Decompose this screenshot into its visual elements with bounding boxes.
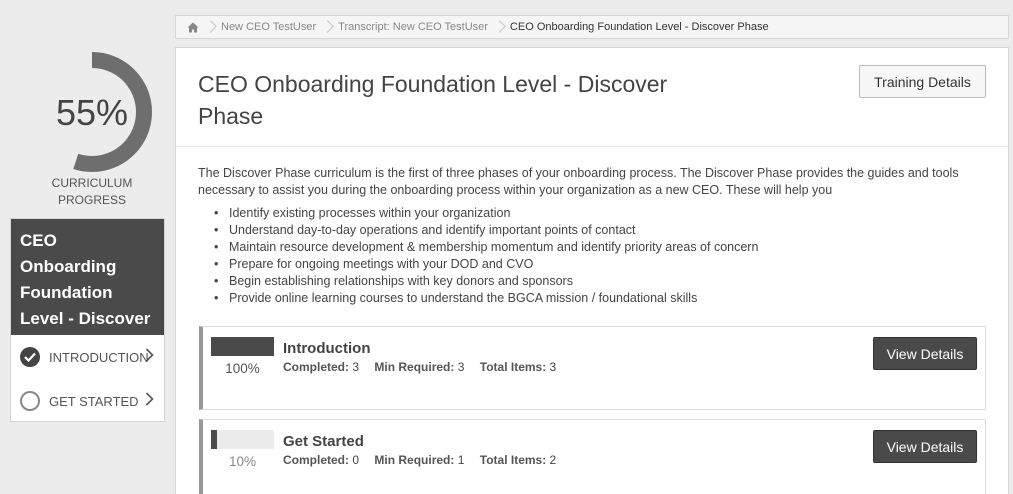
total-items-value: 2 bbox=[549, 453, 557, 467]
view-details-button[interactable]: View Details bbox=[873, 337, 977, 370]
caption-line-1: CURRICULUM bbox=[51, 176, 133, 190]
total-items-label: Total Items: bbox=[479, 453, 547, 467]
empty-circle-icon bbox=[20, 391, 40, 411]
goal-item: Begin establishing relationships with ke… bbox=[214, 273, 974, 290]
goal-item: Understand day-to-day operations and ide… bbox=[214, 222, 974, 239]
caption-line-2: PROGRESS bbox=[57, 193, 126, 207]
main-panel: CEO Onboarding Foundation Level - Discov… bbox=[175, 47, 1009, 494]
completed-label: Completed: bbox=[283, 453, 349, 467]
curriculum-goals-list: Identify existing processes within your … bbox=[214, 205, 974, 307]
training-details-button[interactable]: Training Details bbox=[859, 65, 986, 98]
total-items-value: 3 bbox=[549, 360, 557, 374]
min-required-label: Min Required: bbox=[374, 453, 455, 467]
curriculum-item-label: GET STARTED bbox=[49, 393, 139, 409]
completed-label: Completed: bbox=[283, 360, 349, 374]
section-title: Get Started bbox=[283, 433, 364, 450]
curriculum-item-label: INTRODUCTION bbox=[49, 349, 149, 365]
curriculum-progress-percent: 55% bbox=[55, 92, 129, 133]
left-column: 55% CURRICULUM PROGRESS CEO Onboarding F… bbox=[0, 0, 175, 494]
min-required-value: 3 bbox=[457, 360, 465, 374]
section-title: Introduction bbox=[283, 340, 371, 357]
section-stats: Completed: 0 Min Required: 1 Total Items… bbox=[283, 453, 556, 467]
goal-item: Prepare for ongoing meetings with your D… bbox=[214, 256, 974, 273]
chevron-right-icon bbox=[145, 348, 154, 362]
home-icon bbox=[187, 22, 199, 32]
section-stats: Completed: 3 Min Required: 3 Total Items… bbox=[283, 360, 556, 374]
curriculum-progress-caption: CURRICULUM PROGRESS bbox=[20, 175, 164, 209]
completed-value: 0 bbox=[352, 453, 360, 467]
section-progress-bar bbox=[211, 337, 274, 356]
goal-item: Identify existing processes within your … bbox=[214, 205, 974, 222]
section-progress-fill bbox=[211, 430, 218, 449]
curriculum-item-get-started[interactable]: GET STARTED bbox=[11, 379, 164, 423]
curriculum-item-introduction[interactable]: INTRODUCTION bbox=[11, 335, 164, 379]
chevron-right-icon bbox=[145, 392, 154, 406]
view-details-button[interactable]: View Details bbox=[873, 430, 977, 463]
header-divider bbox=[176, 146, 1008, 147]
breadcrumb-transcript[interactable]: Transcript: New CEO TestUser bbox=[327, 16, 499, 38]
curriculum-description: The Discover Phase curriculum is the fir… bbox=[198, 166, 959, 197]
check-circle-icon bbox=[20, 347, 40, 367]
curriculum-nav: CEO Onboarding Foundation Level - Discov… bbox=[10, 218, 165, 422]
goal-item: Maintain resource development & membersh… bbox=[214, 239, 974, 256]
page-title: CEO Onboarding Foundation Level - Discov… bbox=[198, 71, 668, 129]
curriculum-nav-title: CEO Onboarding Foundation Level - Discov… bbox=[11, 219, 164, 354]
min-required-label: Min Required: bbox=[374, 360, 455, 374]
section-percent: 100% bbox=[225, 361, 260, 376]
section-progress-bar bbox=[211, 430, 274, 449]
breadcrumb-current: CEO Onboarding Foundation Level - Discov… bbox=[499, 16, 780, 38]
section-card-get-started: 10% Get Started Completed: 0 Min Require… bbox=[199, 419, 986, 494]
breadcrumb: New CEO TestUser Transcript: New CEO Tes… bbox=[175, 15, 1009, 39]
completed-value: 3 bbox=[352, 360, 360, 374]
section-card-introduction: 100% Introduction Completed: 3 Min Requi… bbox=[199, 326, 986, 410]
breadcrumb-user[interactable]: New CEO TestUser bbox=[210, 16, 327, 38]
section-percent: 10% bbox=[228, 454, 257, 469]
min-required-value: 1 bbox=[457, 453, 465, 467]
total-items-label: Total Items: bbox=[479, 360, 547, 374]
goal-item: Provide online learning courses to under… bbox=[214, 290, 974, 307]
section-progress-fill bbox=[211, 337, 274, 356]
